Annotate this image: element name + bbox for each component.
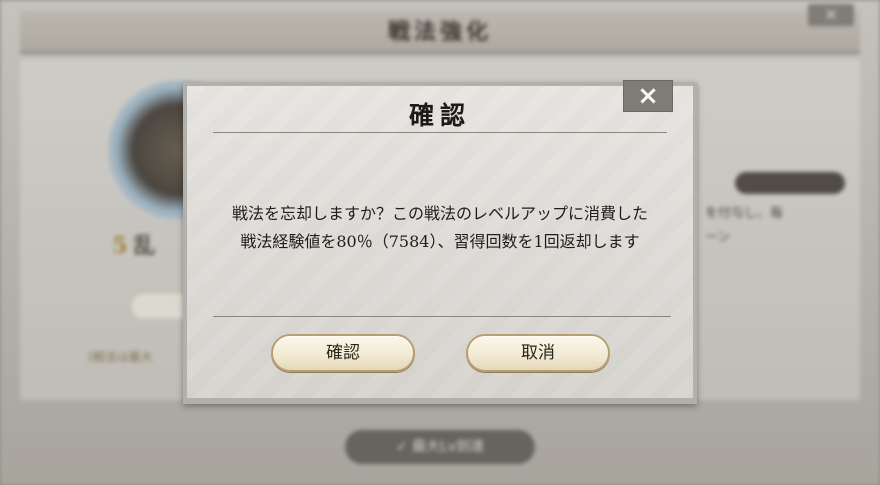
close-icon[interactable]: × bbox=[623, 80, 673, 112]
button-divider bbox=[213, 316, 671, 317]
title-divider bbox=[213, 132, 667, 133]
dialog-title: 確認 bbox=[408, 101, 471, 130]
confirm-dialog: 確認 × 戦法を忘却しますか？この戦法のレベルアップに消費した 戦法経験値を80… bbox=[183, 80, 697, 404]
cancel-button[interactable]: 取消 bbox=[466, 334, 610, 372]
message-line-2: 戦法経験値を80％（7584）、習得回数を1回返却します bbox=[240, 232, 640, 251]
dialog-message: 戦法を忘却しますか？この戦法のレベルアップに消費した 戦法経験値を80％（758… bbox=[187, 200, 693, 256]
message-line-1: 戦法を忘却しますか？この戦法のレベルアップに消費した bbox=[231, 204, 648, 223]
confirm-button[interactable]: 確認 bbox=[271, 334, 415, 372]
